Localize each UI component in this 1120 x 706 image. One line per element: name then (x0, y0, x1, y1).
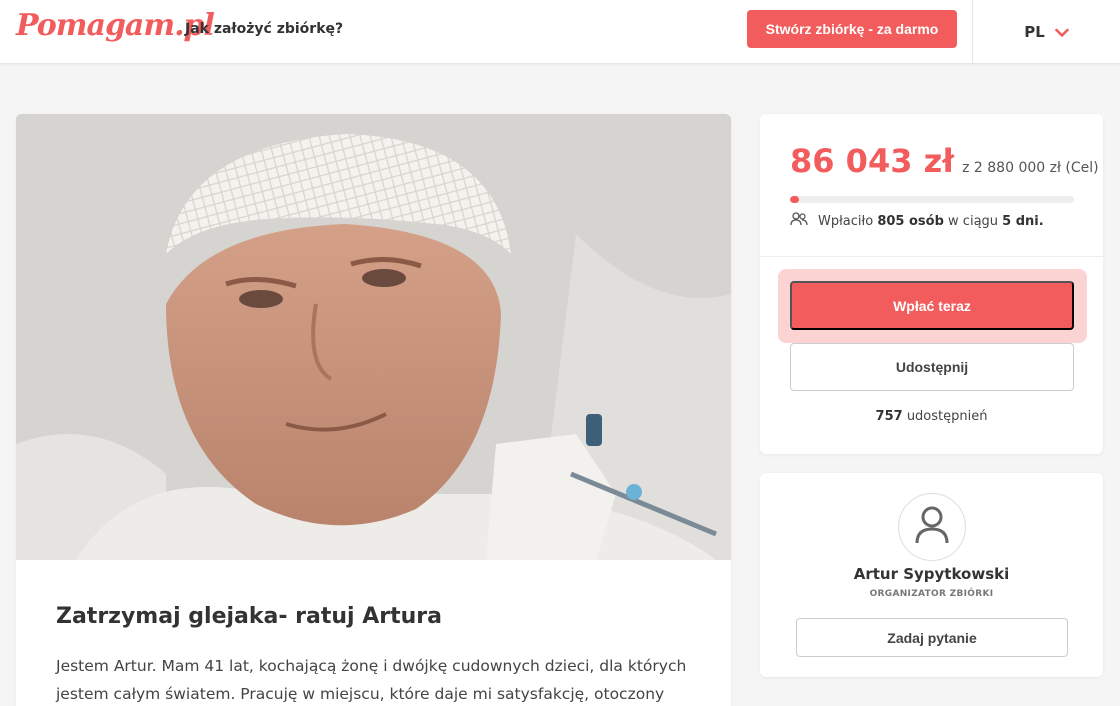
share-button[interactable]: Udostępnij (790, 343, 1074, 391)
language-selector[interactable]: PL (972, 0, 1120, 64)
ask-question-button[interactable]: Zadaj pytanie (796, 618, 1068, 657)
goal-amount: z 2 880 000 zł (Cel) (962, 160, 1099, 176)
how-to-create-link[interactable]: Jak założyć zbiórkę? (185, 21, 343, 37)
user-icon (913, 505, 951, 549)
donation-days: 5 dni. (1002, 213, 1044, 229)
campaign-card: Zatrzymaj glejaka- ratuj Artura Jestem A… (16, 114, 731, 706)
shares-label: udostępnień (906, 409, 988, 424)
raised-amount: 86 043 zł (790, 142, 955, 180)
campaign-photo (16, 114, 731, 560)
organizer-name: Artur Sypytkowski (853, 565, 1010, 583)
chevron-down-icon (1054, 23, 1069, 42)
campaign-title: Zatrzymaj glejaka- ratuj Artura (56, 604, 442, 629)
donors-prefix: Wpłaciło (818, 213, 874, 229)
progress-bar (790, 196, 1074, 203)
progress-fill (790, 196, 799, 203)
donate-now-button[interactable]: Wpłać teraz (790, 281, 1074, 330)
donors-text: Wpłaciło 805 osób w ciągu 5 dni. (818, 214, 1044, 229)
donors-info: Wpłaciło 805 osób w ciągu 5 dni. (790, 212, 1044, 230)
campaign-description: Jestem Artur. Mam 41 lat, kochającą żonę… (56, 657, 687, 703)
amount-row: 86 043 zł z 2 880 000 zł (Cel) (790, 142, 1099, 180)
avatar (898, 493, 966, 561)
people-icon (790, 212, 808, 230)
divider (760, 256, 1103, 257)
donors-count: 805 osób (877, 213, 944, 229)
language-label: PL (1024, 23, 1045, 41)
create-fundraiser-button[interactable]: Stwórz zbiórkę - za darmo (747, 10, 957, 48)
site-header: Pomagam.pl Jak założyć zbiórkę? Stwórz z… (0, 0, 1120, 64)
shares-number: 757 (875, 409, 903, 424)
organizer-card: Artur Sypytkowski ORGANIZATOR ZBIÓRKI Za… (760, 473, 1103, 677)
donation-card: 86 043 zł z 2 880 000 zł (Cel) Wpłaciło … (760, 114, 1103, 454)
organizer-role: ORGANIZATOR ZBIÓRKI (869, 589, 994, 599)
shares-count: 757 udostępnień (760, 409, 1103, 424)
donors-mid: w ciągu (948, 213, 999, 229)
